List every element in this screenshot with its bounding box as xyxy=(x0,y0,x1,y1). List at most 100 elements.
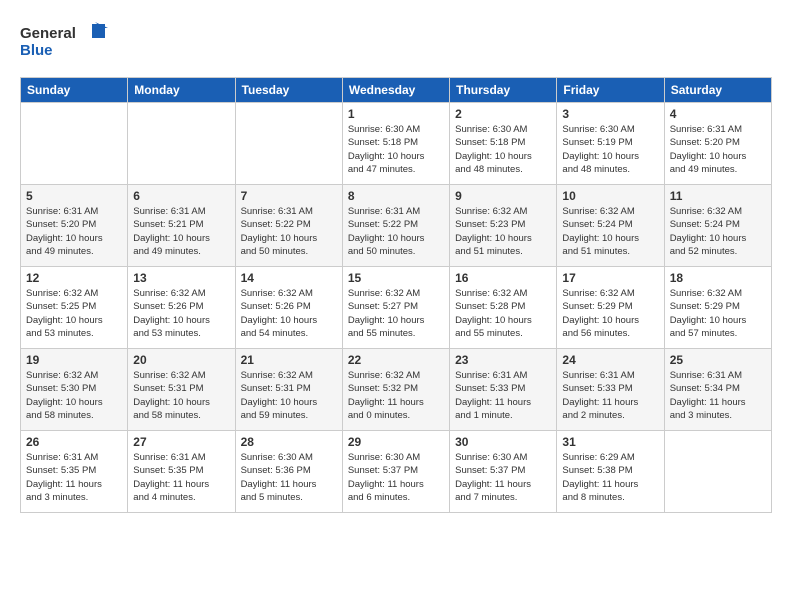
day-info: Sunrise: 6:31 AM Sunset: 5:33 PM Dayligh… xyxy=(562,369,658,422)
calendar-cell: 28Sunrise: 6:30 AM Sunset: 5:36 PM Dayli… xyxy=(235,431,342,513)
day-number: 10 xyxy=(562,189,658,203)
day-number: 17 xyxy=(562,271,658,285)
weekday-header-saturday: Saturday xyxy=(664,78,771,103)
day-number: 4 xyxy=(670,107,766,121)
weekday-header-monday: Monday xyxy=(128,78,235,103)
calendar-cell: 25 Sunrise: 6:31 AM Sunset: 5:34 PM Dayli… xyxy=(664,349,771,431)
calendar-cell: 2Sunrise: 6:30 AM Sunset: 5:18 PM Daylig… xyxy=(450,103,557,185)
day-number: 6 xyxy=(133,189,229,203)
day-info: Sunrise: 6:30 AM Sunset: 5:18 PM Dayligh… xyxy=(348,123,444,176)
day-number: 18 xyxy=(670,271,766,285)
day-number: 13 xyxy=(133,271,229,285)
day-number: 16 xyxy=(455,271,551,285)
calendar-cell: 22 Sunrise: 6:32 AM Sunset: 5:32 PM Dayli… xyxy=(342,349,449,431)
calendar-cell: 3 Sunrise: 6:30 AM Sunset: 5:19 PM Daylig… xyxy=(557,103,664,185)
calendar-cell: 31Sunrise: 6:29 AM Sunset: 5:38 PM Dayli… xyxy=(557,431,664,513)
week-row-3: 12 Sunrise: 6:32 AM Sunset: 5:25 PM Dayli… xyxy=(21,267,772,349)
weekday-header-friday: Friday xyxy=(557,78,664,103)
weekday-header-row: SundayMondayTuesdayWednesdayThursdayFrid… xyxy=(21,78,772,103)
day-number: 24 xyxy=(562,353,658,367)
day-number: 23 xyxy=(455,353,551,367)
calendar-cell: 9 Sunrise: 6:32 AM Sunset: 5:23 PM Daylig… xyxy=(450,185,557,267)
week-row-1: 1 Sunrise: 6:30 AM Sunset: 5:18 PM Daylig… xyxy=(21,103,772,185)
weekday-header-sunday: Sunday xyxy=(21,78,128,103)
calendar-cell: 5Sunrise: 6:31 AM Sunset: 5:20 PM Daylig… xyxy=(21,185,128,267)
day-number: 29 xyxy=(348,435,444,449)
day-info: Sunrise: 6:32 AM Sunset: 5:30 PM Dayligh… xyxy=(26,369,122,422)
calendar-cell: 15 Sunrise: 6:32 AM Sunset: 5:27 PM Dayli… xyxy=(342,267,449,349)
day-info: Sunrise: 6:32 AM Sunset: 5:25 PM Dayligh… xyxy=(26,287,122,340)
day-number: 5 xyxy=(26,189,122,203)
calendar-cell xyxy=(235,103,342,185)
day-info: Sunrise: 6:32 AM Sunset: 5:32 PM Dayligh… xyxy=(348,369,444,422)
day-number: 25 xyxy=(670,353,766,367)
calendar-cell: 21 Sunrise: 6:32 AM Sunset: 5:31 PM Dayli… xyxy=(235,349,342,431)
day-info: Sunrise: 6:32 AM Sunset: 5:23 PM Dayligh… xyxy=(455,205,551,258)
day-number: 28 xyxy=(241,435,337,449)
day-info: Sunrise: 6:31 AM Sunset: 5:22 PM Dayligh… xyxy=(348,205,444,258)
day-info: Sunrise: 6:30 AM Sunset: 5:37 PM Dayligh… xyxy=(348,451,444,504)
calendar-cell: 27Sunrise: 6:31 AM Sunset: 5:35 PM Dayli… xyxy=(128,431,235,513)
weekday-header-tuesday: Tuesday xyxy=(235,78,342,103)
calendar-cell: 26 Sunrise: 6:31 AM Sunset: 5:35 PM Dayli… xyxy=(21,431,128,513)
day-number: 1 xyxy=(348,107,444,121)
day-info: Sunrise: 6:31 AM Sunset: 5:22 PM Dayligh… xyxy=(241,205,337,258)
calendar-cell: 17 Sunrise: 6:32 AM Sunset: 5:29 PM Dayli… xyxy=(557,267,664,349)
day-info: Sunrise: 6:32 AM Sunset: 5:27 PM Dayligh… xyxy=(348,287,444,340)
weekday-header-wednesday: Wednesday xyxy=(342,78,449,103)
calendar-cell: 14Sunrise: 6:32 AM Sunset: 5:26 PM Dayli… xyxy=(235,267,342,349)
week-row-5: 26 Sunrise: 6:31 AM Sunset: 5:35 PM Dayli… xyxy=(21,431,772,513)
day-number: 8 xyxy=(348,189,444,203)
calendar-cell: 6 Sunrise: 6:31 AM Sunset: 5:21 PM Daylig… xyxy=(128,185,235,267)
day-number: 15 xyxy=(348,271,444,285)
calendar-cell: 18Sunrise: 6:32 AM Sunset: 5:29 PM Dayli… xyxy=(664,267,771,349)
calendar-cell: 20 Sunrise: 6:32 AM Sunset: 5:31 PM Dayli… xyxy=(128,349,235,431)
day-info: Sunrise: 6:31 AM Sunset: 5:35 PM Dayligh… xyxy=(26,451,122,504)
calendar-cell xyxy=(128,103,235,185)
day-info: Sunrise: 6:32 AM Sunset: 5:31 PM Dayligh… xyxy=(241,369,337,422)
day-info: Sunrise: 6:31 AM Sunset: 5:21 PM Dayligh… xyxy=(133,205,229,258)
day-info: Sunrise: 6:32 AM Sunset: 5:29 PM Dayligh… xyxy=(562,287,658,340)
calendar-table: SundayMondayTuesdayWednesdayThursdayFrid… xyxy=(20,77,772,513)
calendar-cell: 4 Sunrise: 6:31 AM Sunset: 5:20 PM Daylig… xyxy=(664,103,771,185)
calendar-page: General Blue SundayMondayTuesdayWednesda… xyxy=(0,0,792,612)
day-info: Sunrise: 6:32 AM Sunset: 5:24 PM Dayligh… xyxy=(670,205,766,258)
calendar-cell: 1 Sunrise: 6:30 AM Sunset: 5:18 PM Daylig… xyxy=(342,103,449,185)
day-number: 20 xyxy=(133,353,229,367)
day-info: Sunrise: 6:32 AM Sunset: 5:31 PM Dayligh… xyxy=(133,369,229,422)
day-number: 14 xyxy=(241,271,337,285)
day-info: Sunrise: 6:31 AM Sunset: 5:34 PM Dayligh… xyxy=(670,369,766,422)
day-info: Sunrise: 6:32 AM Sunset: 5:24 PM Dayligh… xyxy=(562,205,658,258)
day-number: 27 xyxy=(133,435,229,449)
calendar-cell: 30Sunrise: 6:30 AM Sunset: 5:37 PM Dayli… xyxy=(450,431,557,513)
calendar-cell: 7 Sunrise: 6:31 AM Sunset: 5:22 PM Daylig… xyxy=(235,185,342,267)
day-number: 26 xyxy=(26,435,122,449)
calendar-cell xyxy=(664,431,771,513)
day-number: 12 xyxy=(26,271,122,285)
day-number: 3 xyxy=(562,107,658,121)
day-info: Sunrise: 6:32 AM Sunset: 5:28 PM Dayligh… xyxy=(455,287,551,340)
day-number: 21 xyxy=(241,353,337,367)
calendar-cell: 12 Sunrise: 6:32 AM Sunset: 5:25 PM Dayli… xyxy=(21,267,128,349)
day-number: 9 xyxy=(455,189,551,203)
day-number: 19 xyxy=(26,353,122,367)
calendar-cell: 11Sunrise: 6:32 AM Sunset: 5:24 PM Dayli… xyxy=(664,185,771,267)
svg-text:Blue: Blue xyxy=(20,42,53,59)
day-number: 22 xyxy=(348,353,444,367)
day-info: Sunrise: 6:32 AM Sunset: 5:26 PM Dayligh… xyxy=(133,287,229,340)
day-info: Sunrise: 6:30 AM Sunset: 5:19 PM Dayligh… xyxy=(562,123,658,176)
day-info: Sunrise: 6:29 AM Sunset: 5:38 PM Dayligh… xyxy=(562,451,658,504)
day-info: Sunrise: 6:30 AM Sunset: 5:37 PM Dayligh… xyxy=(455,451,551,504)
calendar-cell: 23 Sunrise: 6:31 AM Sunset: 5:33 PM Dayli… xyxy=(450,349,557,431)
day-info: Sunrise: 6:31 AM Sunset: 5:33 PM Dayligh… xyxy=(455,369,551,422)
logo: General Blue xyxy=(20,20,130,65)
svg-text:General: General xyxy=(20,25,76,42)
week-row-4: 19 Sunrise: 6:32 AM Sunset: 5:30 PM Dayli… xyxy=(21,349,772,431)
calendar-cell: 13 Sunrise: 6:32 AM Sunset: 5:26 PM Dayli… xyxy=(128,267,235,349)
calendar-cell: 29 Sunrise: 6:30 AM Sunset: 5:37 PM Dayli… xyxy=(342,431,449,513)
calendar-cell: 10 Sunrise: 6:32 AM Sunset: 5:24 PM Dayli… xyxy=(557,185,664,267)
calendar-cell: 24 Sunrise: 6:31 AM Sunset: 5:33 PM Dayli… xyxy=(557,349,664,431)
day-number: 7 xyxy=(241,189,337,203)
day-info: Sunrise: 6:31 AM Sunset: 5:20 PM Dayligh… xyxy=(670,123,766,176)
calendar-cell: 16 Sunrise: 6:32 AM Sunset: 5:28 PM Dayli… xyxy=(450,267,557,349)
